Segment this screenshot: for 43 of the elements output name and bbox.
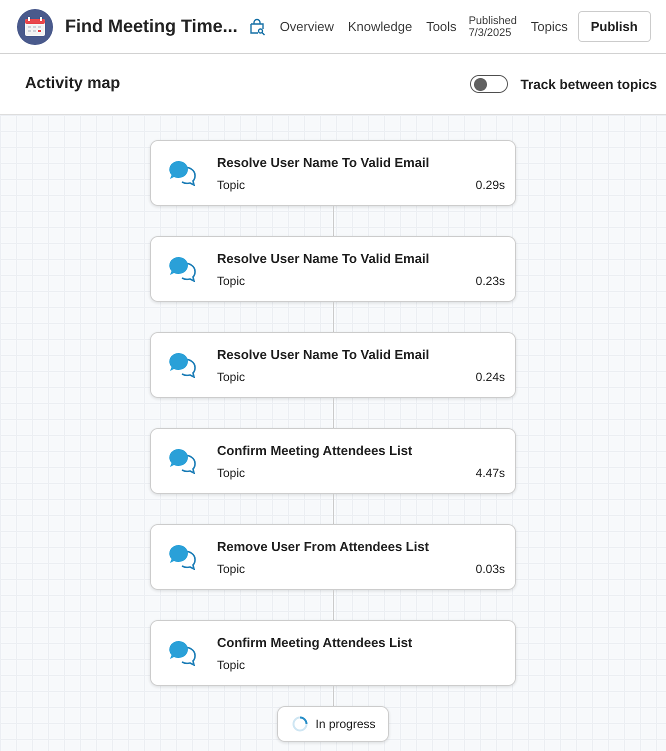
topic-type: Topic bbox=[217, 178, 246, 192]
agent-title: Find Meeting Time... bbox=[65, 16, 238, 37]
topic-title: Remove User From Attendees List bbox=[217, 538, 430, 554]
calendar-icon bbox=[17, 8, 53, 44]
duration: 0.24s bbox=[476, 370, 505, 384]
topic-title: Resolve User Name To Valid Email bbox=[217, 250, 430, 266]
nav-tab[interactable]: Knowledge bbox=[348, 19, 412, 34]
toggle-label: Track between topics bbox=[520, 76, 657, 92]
nav-tab[interactable]: Topics bbox=[530, 19, 568, 34]
publish-date: 7/3/2025 bbox=[468, 26, 512, 38]
duration: 4.47s bbox=[476, 466, 505, 480]
publish-status: Published bbox=[468, 14, 517, 26]
chat-bubbles-icon bbox=[169, 640, 197, 666]
publish-button[interactable]: Publish bbox=[578, 11, 651, 42]
duration: 0.03s bbox=[476, 562, 505, 576]
topic-card[interactable]: Resolve User Name To Valid Email Topic 0.24s bbox=[150, 332, 516, 398]
chat-bubbles-icon bbox=[169, 256, 197, 282]
progress-label: In progress bbox=[315, 717, 376, 731]
chat-bubbles-icon bbox=[169, 160, 197, 186]
topic-title: Resolve User Name To Valid Email bbox=[217, 346, 430, 362]
topic-type: Topic bbox=[217, 274, 246, 288]
nav-tab[interactable]: Overview bbox=[280, 19, 334, 34]
duration: 0.29s bbox=[476, 178, 505, 192]
toggle-switch[interactable] bbox=[470, 75, 508, 93]
duration: 0.23s bbox=[476, 274, 505, 288]
chat-bubbles-icon bbox=[169, 544, 197, 570]
topic-title: Resolve User Name To Valid Email bbox=[217, 154, 430, 170]
topic-type: Topic bbox=[217, 658, 246, 672]
topic-card[interactable]: Resolve User Name To Valid Email Topic 0.23s bbox=[150, 236, 516, 302]
section-title: Activity map bbox=[25, 75, 120, 93]
topic-type: Topic bbox=[217, 370, 246, 384]
topic-title: Confirm Meeting Attendees List bbox=[217, 634, 414, 650]
topic-card[interactable]: Confirm Meeting Attendees List Topic bbox=[150, 620, 516, 686]
topic-card[interactable]: Confirm Meeting Attendees List Topic 4.47s bbox=[150, 428, 516, 494]
chat-bubbles-icon bbox=[169, 448, 197, 474]
topic-title: Confirm Meeting Attendees List bbox=[217, 442, 414, 458]
nav-tab[interactable]: Tools bbox=[426, 19, 457, 34]
spinner-icon bbox=[292, 716, 308, 732]
topic-type: Topic bbox=[217, 562, 246, 576]
topic-type: Topic bbox=[217, 466, 246, 480]
chat-bubbles-icon bbox=[169, 352, 197, 378]
topic-card[interactable]: Resolve User Name To Valid Email Topic 0.29s bbox=[150, 140, 516, 206]
topic-card[interactable]: Remove User From Attendees List Topic 0.03s bbox=[150, 524, 516, 590]
